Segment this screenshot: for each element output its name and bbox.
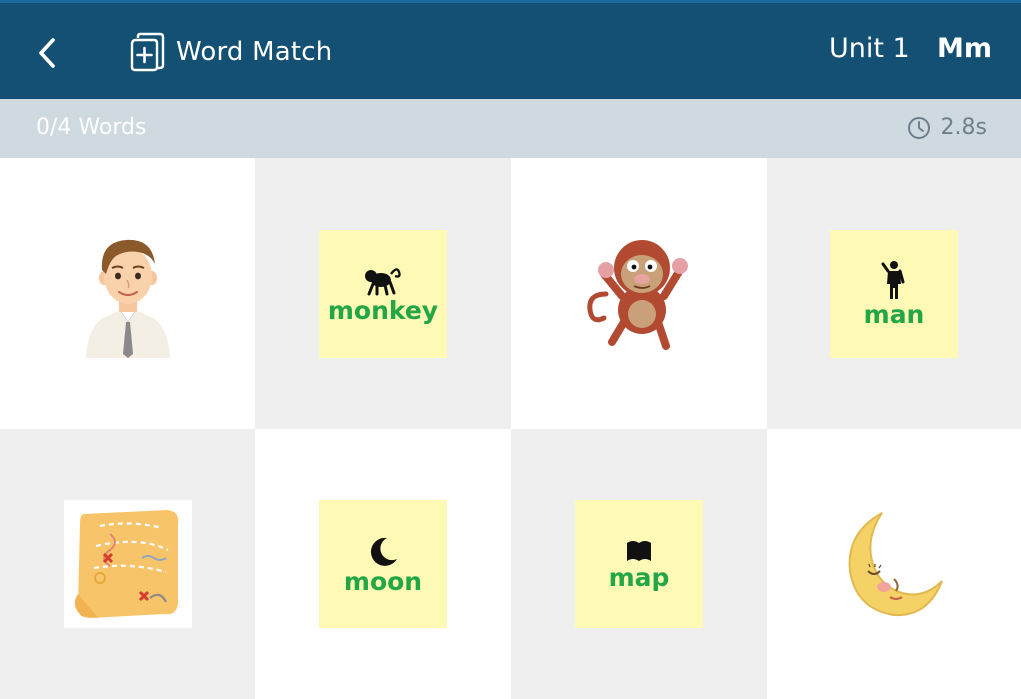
progress-count: 0/4 Words	[36, 115, 147, 140]
timer-value: 2.8s	[940, 115, 987, 140]
clock-icon	[907, 116, 930, 139]
picture-card-monkey[interactable]	[511, 158, 767, 429]
add-card-icon	[130, 32, 165, 72]
top-app-bar: Word Match Unit 1 Mm	[0, 0, 1021, 99]
map-picture-frame	[63, 500, 192, 628]
man-silhouette-icon	[881, 261, 905, 299]
word-card: map	[575, 500, 703, 628]
letter-label: Mm	[937, 33, 993, 64]
picture-card-map[interactable]	[0, 429, 255, 699]
word-card-monkey[interactable]: monkey	[255, 158, 511, 429]
word-text: map	[608, 562, 670, 592]
word-card: monkey	[319, 229, 447, 358]
monkey-silhouette-icon	[365, 268, 401, 296]
chevron-left-icon	[39, 38, 55, 68]
word-card: moon	[319, 500, 447, 628]
word-card-map[interactable]: map	[511, 429, 767, 699]
map-silhouette-icon	[627, 540, 651, 561]
man-illustration	[85, 239, 170, 358]
timer: 2.8s	[907, 115, 987, 140]
app-title-group: Word Match	[128, 29, 332, 75]
monkey-illustration	[587, 239, 688, 350]
word-card: man	[830, 229, 958, 358]
crescent-moon-icon	[370, 537, 397, 566]
word-text: monkey	[327, 296, 439, 325]
map-illustration	[74, 510, 178, 618]
word-match-grid: monkey man moon map	[0, 158, 1021, 699]
word-card-man[interactable]: man	[767, 158, 1021, 429]
word-text: moon	[343, 566, 423, 596]
page-title: Word Match	[176, 37, 333, 67]
unit-label: Unit 1	[829, 33, 910, 64]
back-button[interactable]	[30, 33, 64, 73]
status-bar: 0/4 Words 2.8s	[0, 99, 1021, 158]
word-card-moon[interactable]: moon	[255, 429, 511, 699]
word-text: man	[863, 300, 925, 329]
moon-illustration	[848, 512, 943, 617]
picture-card-man[interactable]	[0, 158, 255, 429]
picture-card-moon[interactable]	[767, 429, 1021, 699]
